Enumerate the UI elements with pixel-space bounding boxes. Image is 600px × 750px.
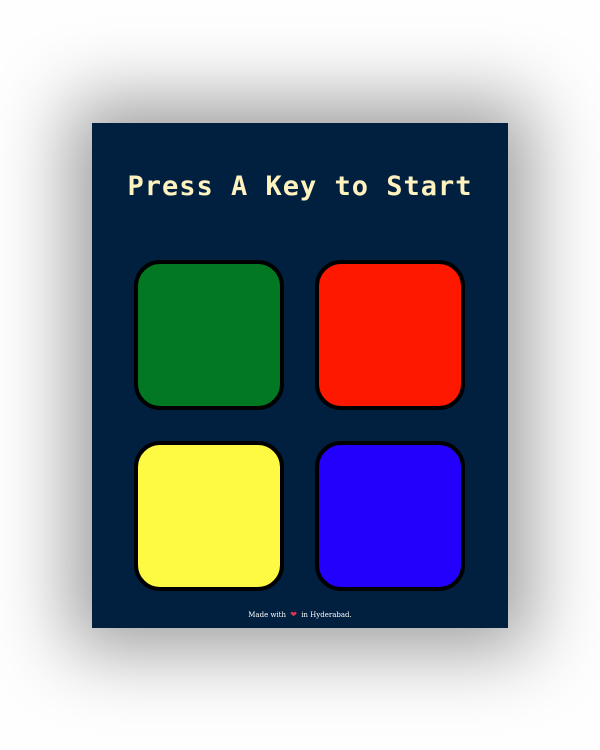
footer-suffix: in Hyderabad. [301, 611, 352, 619]
heart-icon: ❤ [290, 610, 297, 619]
footer-prefix: Made with [248, 611, 287, 619]
red-button[interactable] [315, 260, 465, 410]
blue-button[interactable] [315, 441, 465, 591]
yellow-button[interactable] [134, 441, 284, 591]
footer: Made with ❤ in Hyderabad. [92, 610, 508, 619]
level-title: Press A Key to Start [127, 171, 473, 202]
green-button[interactable] [134, 260, 284, 410]
game-container: Press A Key to Start Made with ❤ in Hyde… [92, 123, 508, 628]
page: Press A Key to Start Made with ❤ in Hyde… [0, 0, 600, 750]
